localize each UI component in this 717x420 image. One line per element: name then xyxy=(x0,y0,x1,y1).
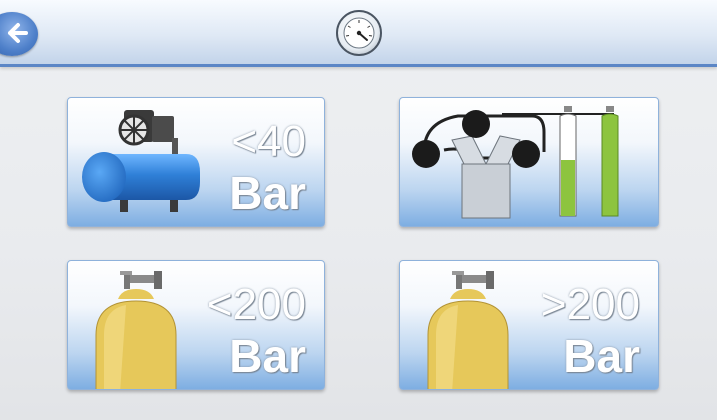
back-arrow-icon xyxy=(8,23,28,43)
tile-unit-label: Bar xyxy=(229,167,306,219)
tile-limit-label: <40 xyxy=(231,117,306,166)
mode-tile-medium-pressure[interactable]: <200 Bar xyxy=(67,260,325,390)
mode-tile-fill-cylinders[interactable] xyxy=(399,97,659,227)
scuba-cylinder-icon xyxy=(427,271,509,389)
tile-unit-label: Bar xyxy=(563,330,640,382)
scuba-cylinder-icon xyxy=(95,271,177,389)
header-bar xyxy=(0,0,717,67)
tile-limit-label: <200 xyxy=(206,280,306,329)
mode-tile-low-pressure[interactable]: <40 Bar xyxy=(67,97,325,227)
mode-tile-high-pressure[interactable]: >200 Bar xyxy=(399,260,659,390)
air-compressor-icon xyxy=(82,110,200,212)
screen: <40 Bar <200 Bar >200 Bar xyxy=(0,0,717,420)
pressure-gauge-icon xyxy=(343,17,375,49)
back-button[interactable] xyxy=(0,12,38,56)
compressor-filling-cylinders-icon xyxy=(412,106,619,219)
tile-unit-label: Bar xyxy=(229,330,306,382)
tile-limit-label: >200 xyxy=(540,280,640,329)
pressure-gauge-button[interactable] xyxy=(336,10,382,56)
